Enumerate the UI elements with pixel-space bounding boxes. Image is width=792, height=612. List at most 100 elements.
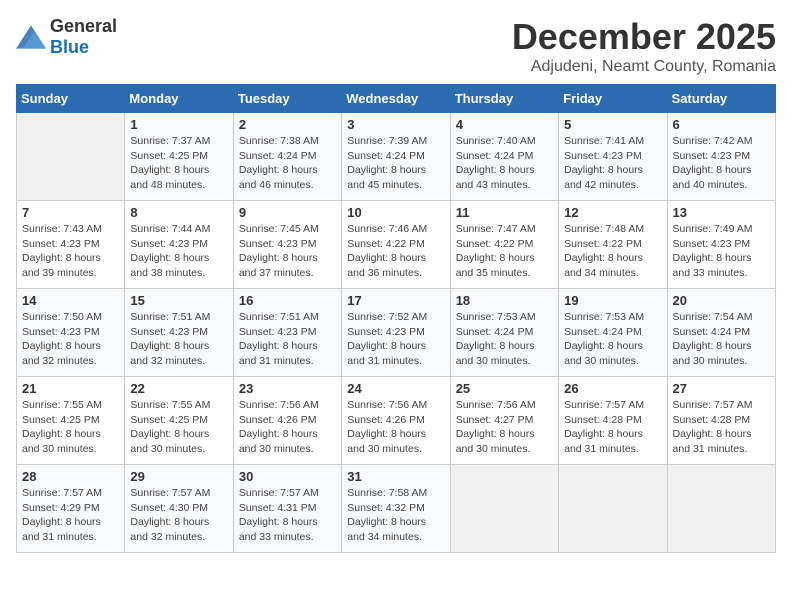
day-cell: 22Sunrise: 7:55 AMSunset: 4:25 PMDayligh… <box>125 377 233 465</box>
calendar-table: SundayMondayTuesdayWednesdayThursdayFrid… <box>16 84 776 553</box>
day-cell: 25 Sunrise: 7:56 AMSunset: 4:27 PMDayligh… <box>450 377 558 465</box>
title-block: December 2025 Adjudeni, Neamt County, Ro… <box>512 16 776 76</box>
day-cell: 31 Sunrise: 7:58 AMSunset: 4:32 PMDayligh… <box>342 465 450 553</box>
page-header: General Blue December 2025 Adjudeni, Nea… <box>16 16 776 76</box>
logo-blue: Blue <box>50 37 89 57</box>
day-info: Sunrise: 7:56 AMSunset: 4:26 PMDaylight:… <box>239 398 336 457</box>
day-cell: 5 Sunrise: 7:41 AMSunset: 4:23 PMDaylight… <box>559 113 667 201</box>
day-number: 4 <box>456 117 553 132</box>
day-cell: 14 Sunrise: 7:50 AMSunset: 4:23 PMDayligh… <box>17 289 125 377</box>
day-cell: 28 Sunrise: 7:57 AMSunset: 4:29 PMDayligh… <box>17 465 125 553</box>
day-number: 5 <box>564 117 661 132</box>
day-info: Sunrise: 7:57 AMSunset: 4:28 PMDaylight:… <box>564 398 661 457</box>
day-info: Sunrise: 7:37 AMSunset: 4:25 PMDaylight:… <box>130 134 227 193</box>
day-info: Sunrise: 7:49 AMSunset: 4:23 PMDaylight:… <box>673 222 770 281</box>
day-number: 20 <box>673 293 770 308</box>
day-number: 9 <box>239 205 336 220</box>
day-cell: 17 Sunrise: 7:52 AMSunset: 4:23 PMDayligh… <box>342 289 450 377</box>
day-info: Sunrise: 7:47 AMSunset: 4:22 PMDaylight:… <box>456 222 553 281</box>
day-cell: 4 Sunrise: 7:40 AMSunset: 4:24 PMDaylight… <box>450 113 558 201</box>
day-cell: 2 Sunrise: 7:38 AMSunset: 4:24 PMDaylight… <box>233 113 341 201</box>
day-cell: 30Sunrise: 7:57 AMSunset: 4:31 PMDayligh… <box>233 465 341 553</box>
day-cell: 21 Sunrise: 7:55 AMSunset: 4:25 PMDayligh… <box>17 377 125 465</box>
day-info: Sunrise: 7:58 AMSunset: 4:32 PMDaylight:… <box>347 486 444 545</box>
day-cell: 24 Sunrise: 7:56 AMSunset: 4:26 PMDayligh… <box>342 377 450 465</box>
header-saturday: Saturday <box>667 85 775 113</box>
day-info: Sunrise: 7:55 AMSunset: 4:25 PMDaylight:… <box>130 398 227 457</box>
day-number: 2 <box>239 117 336 132</box>
day-info: Sunrise: 7:51 AMSunset: 4:23 PMDaylight:… <box>239 310 336 369</box>
header-monday: Monday <box>125 85 233 113</box>
day-number: 13 <box>673 205 770 220</box>
location-subtitle: Adjudeni, Neamt County, Romania <box>512 58 776 76</box>
day-info: Sunrise: 7:38 AMSunset: 4:24 PMDaylight:… <box>239 134 336 193</box>
day-number: 6 <box>673 117 770 132</box>
day-number: 29 <box>130 469 227 484</box>
day-info: Sunrise: 7:54 AMSunset: 4:24 PMDaylight:… <box>673 310 770 369</box>
day-cell: 29 Sunrise: 7:57 AMSunset: 4:30 PMDayligh… <box>125 465 233 553</box>
day-info: Sunrise: 7:52 AMSunset: 4:23 PMDaylight:… <box>347 310 444 369</box>
day-cell: 10Sunrise: 7:46 AMSunset: 4:22 PMDayligh… <box>342 201 450 289</box>
day-info: Sunrise: 7:42 AMSunset: 4:23 PMDaylight:… <box>673 134 770 193</box>
day-number: 25 <box>456 381 553 396</box>
day-cell: 11 Sunrise: 7:47 AMSunset: 4:22 PMDayligh… <box>450 201 558 289</box>
header-row: SundayMondayTuesdayWednesdayThursdayFrid… <box>17 85 776 113</box>
day-cell: 12 Sunrise: 7:48 AMSunset: 4:22 PMDayligh… <box>559 201 667 289</box>
day-number: 21 <box>22 381 119 396</box>
day-number: 16 <box>239 293 336 308</box>
day-number: 18 <box>456 293 553 308</box>
day-info: Sunrise: 7:43 AMSunset: 4:23 PMDaylight:… <box>22 222 119 281</box>
day-info: Sunrise: 7:51 AMSunset: 4:23 PMDaylight:… <box>130 310 227 369</box>
day-number: 11 <box>456 205 553 220</box>
header-wednesday: Wednesday <box>342 85 450 113</box>
day-info: Sunrise: 7:57 AMSunset: 4:29 PMDaylight:… <box>22 486 119 545</box>
header-friday: Friday <box>559 85 667 113</box>
day-number: 1 <box>130 117 227 132</box>
day-info: Sunrise: 7:53 AMSunset: 4:24 PMDaylight:… <box>456 310 553 369</box>
day-number: 10 <box>347 205 444 220</box>
logo-general: General <box>50 16 117 36</box>
day-cell: 20 Sunrise: 7:54 AMSunset: 4:24 PMDayligh… <box>667 289 775 377</box>
day-number: 14 <box>22 293 119 308</box>
day-number: 7 <box>22 205 119 220</box>
header-thursday: Thursday <box>450 85 558 113</box>
day-number: 12 <box>564 205 661 220</box>
day-info: Sunrise: 7:56 AMSunset: 4:26 PMDaylight:… <box>347 398 444 457</box>
day-number: 31 <box>347 469 444 484</box>
day-cell: 7 Sunrise: 7:43 AMSunset: 4:23 PMDaylight… <box>17 201 125 289</box>
day-info: Sunrise: 7:48 AMSunset: 4:22 PMDaylight:… <box>564 222 661 281</box>
day-info: Sunrise: 7:45 AMSunset: 4:23 PMDaylight:… <box>239 222 336 281</box>
day-info: Sunrise: 7:57 AMSunset: 4:31 PMDaylight:… <box>239 486 336 545</box>
day-number: 23 <box>239 381 336 396</box>
day-cell <box>667 465 775 553</box>
week-row-3: 21 Sunrise: 7:55 AMSunset: 4:25 PMDayligh… <box>17 377 776 465</box>
logo-text: General Blue <box>50 16 117 58</box>
day-info: Sunrise: 7:40 AMSunset: 4:24 PMDaylight:… <box>456 134 553 193</box>
day-cell: 1 Sunrise: 7:37 AMSunset: 4:25 PMDaylight… <box>125 113 233 201</box>
day-cell: 23 Sunrise: 7:56 AMSunset: 4:26 PMDayligh… <box>233 377 341 465</box>
day-number: 8 <box>130 205 227 220</box>
day-number: 24 <box>347 381 444 396</box>
day-info: Sunrise: 7:53 AMSunset: 4:24 PMDaylight:… <box>564 310 661 369</box>
day-cell <box>450 465 558 553</box>
day-info: Sunrise: 7:57 AMSunset: 4:30 PMDaylight:… <box>130 486 227 545</box>
day-cell: 8 Sunrise: 7:44 AMSunset: 4:23 PMDaylight… <box>125 201 233 289</box>
header-tuesday: Tuesday <box>233 85 341 113</box>
day-info: Sunrise: 7:41 AMSunset: 4:23 PMDaylight:… <box>564 134 661 193</box>
day-info: Sunrise: 7:44 AMSunset: 4:23 PMDaylight:… <box>130 222 227 281</box>
day-number: 3 <box>347 117 444 132</box>
day-info: Sunrise: 7:50 AMSunset: 4:23 PMDaylight:… <box>22 310 119 369</box>
day-number: 27 <box>673 381 770 396</box>
day-cell <box>559 465 667 553</box>
day-info: Sunrise: 7:55 AMSunset: 4:25 PMDaylight:… <box>22 398 119 457</box>
day-cell: 16 Sunrise: 7:51 AMSunset: 4:23 PMDayligh… <box>233 289 341 377</box>
day-info: Sunrise: 7:39 AMSunset: 4:24 PMDaylight:… <box>347 134 444 193</box>
week-row-1: 7 Sunrise: 7:43 AMSunset: 4:23 PMDaylight… <box>17 201 776 289</box>
week-row-2: 14 Sunrise: 7:50 AMSunset: 4:23 PMDayligh… <box>17 289 776 377</box>
day-cell: 27Sunrise: 7:57 AMSunset: 4:28 PMDayligh… <box>667 377 775 465</box>
day-number: 28 <box>22 469 119 484</box>
day-info: Sunrise: 7:56 AMSunset: 4:27 PMDaylight:… <box>456 398 553 457</box>
day-cell: 26Sunrise: 7:57 AMSunset: 4:28 PMDayligh… <box>559 377 667 465</box>
day-number: 19 <box>564 293 661 308</box>
day-number: 17 <box>347 293 444 308</box>
